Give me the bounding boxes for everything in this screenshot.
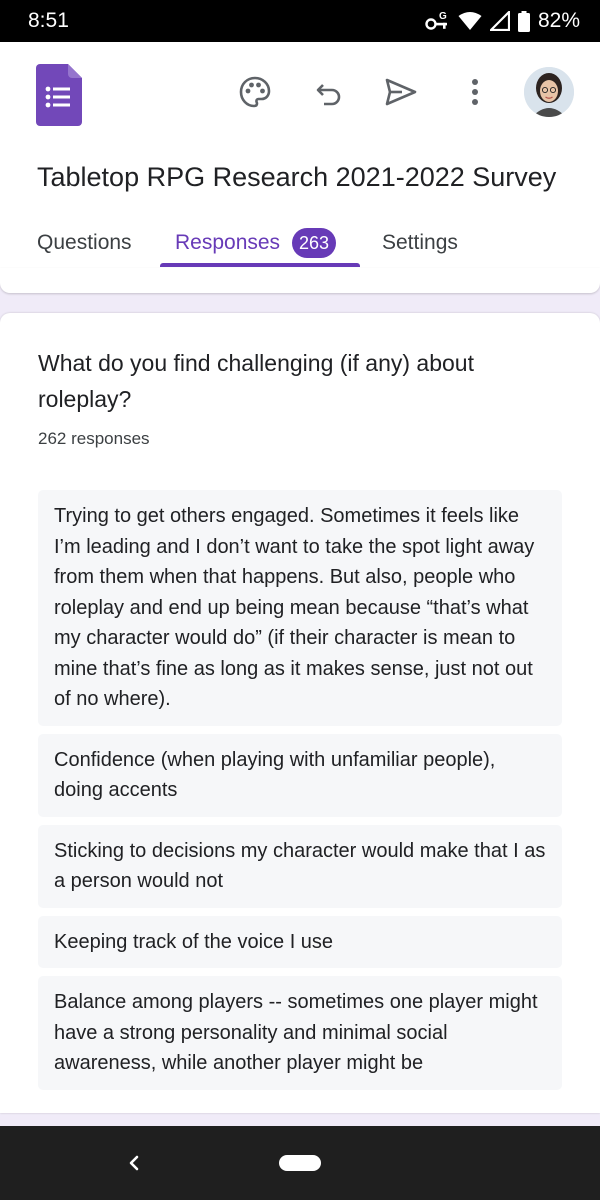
responses-count-badge: 263 [292,228,337,258]
home-pill[interactable] [279,1155,321,1171]
tab-settings-label: Settings [382,231,458,254]
google-forms-logo[interactable] [36,64,82,126]
status-bar: 8:51 G 82% [0,0,600,42]
svg-text:G: G [439,11,447,22]
tab-responses[interactable]: Responses 263 [175,218,337,268]
undo-button[interactable] [309,72,349,112]
form-title: Tabletop RPG Research 2021-2022 Survey [37,162,557,192]
vpn-key-icon: G [425,11,447,30]
response-item: Sticking to decisions my character would… [38,824,562,908]
response-count: 262 responses [38,429,150,448]
previous-question-card [0,268,600,293]
cell-signal-icon [489,11,510,31]
system-navigation-bar [0,1126,600,1200]
send-icon [385,78,417,106]
palette-button[interactable] [235,72,275,112]
tab-questions-label: Questions [37,231,132,254]
tab-bar: Questions Responses 263 Settings [0,218,600,268]
more-options-button[interactable] [455,72,495,112]
avatar-icon [524,67,574,117]
status-icons: G 82% [424,9,580,33]
app-header: Tabletop RPG Research 2021-2022 Survey Q… [0,42,600,268]
active-tab-indicator [160,263,360,267]
undo-icon [316,84,341,106]
tab-questions[interactable]: Questions [37,218,132,268]
account-avatar[interactable] [524,67,574,117]
question-summary-card: What do you find challenging (if any) ab… [0,313,600,1113]
battery-percent: 82% [537,9,580,32]
back-icon[interactable] [120,1148,148,1178]
response-item: Keeping track of the voice I use [38,915,562,968]
battery-icon [517,10,530,32]
response-list: Trying to get others engaged. Sometimes … [38,490,562,1098]
more-vert-icon [472,79,478,105]
tab-settings[interactable]: Settings [382,218,458,268]
wifi-icon [458,12,482,30]
response-item: Balance among players -- sometimes one p… [38,976,562,1090]
response-item: Confidence (when playing with unfamiliar… [38,733,562,817]
send-button[interactable] [381,72,421,112]
response-item: Trying to get others engaged. Sometimes … [38,490,562,726]
question-title: What do you find challenging (if any) ab… [38,350,474,412]
status-time: 8:51 [28,9,69,32]
palette-icon [239,76,271,108]
tab-responses-label: Responses [175,231,281,254]
